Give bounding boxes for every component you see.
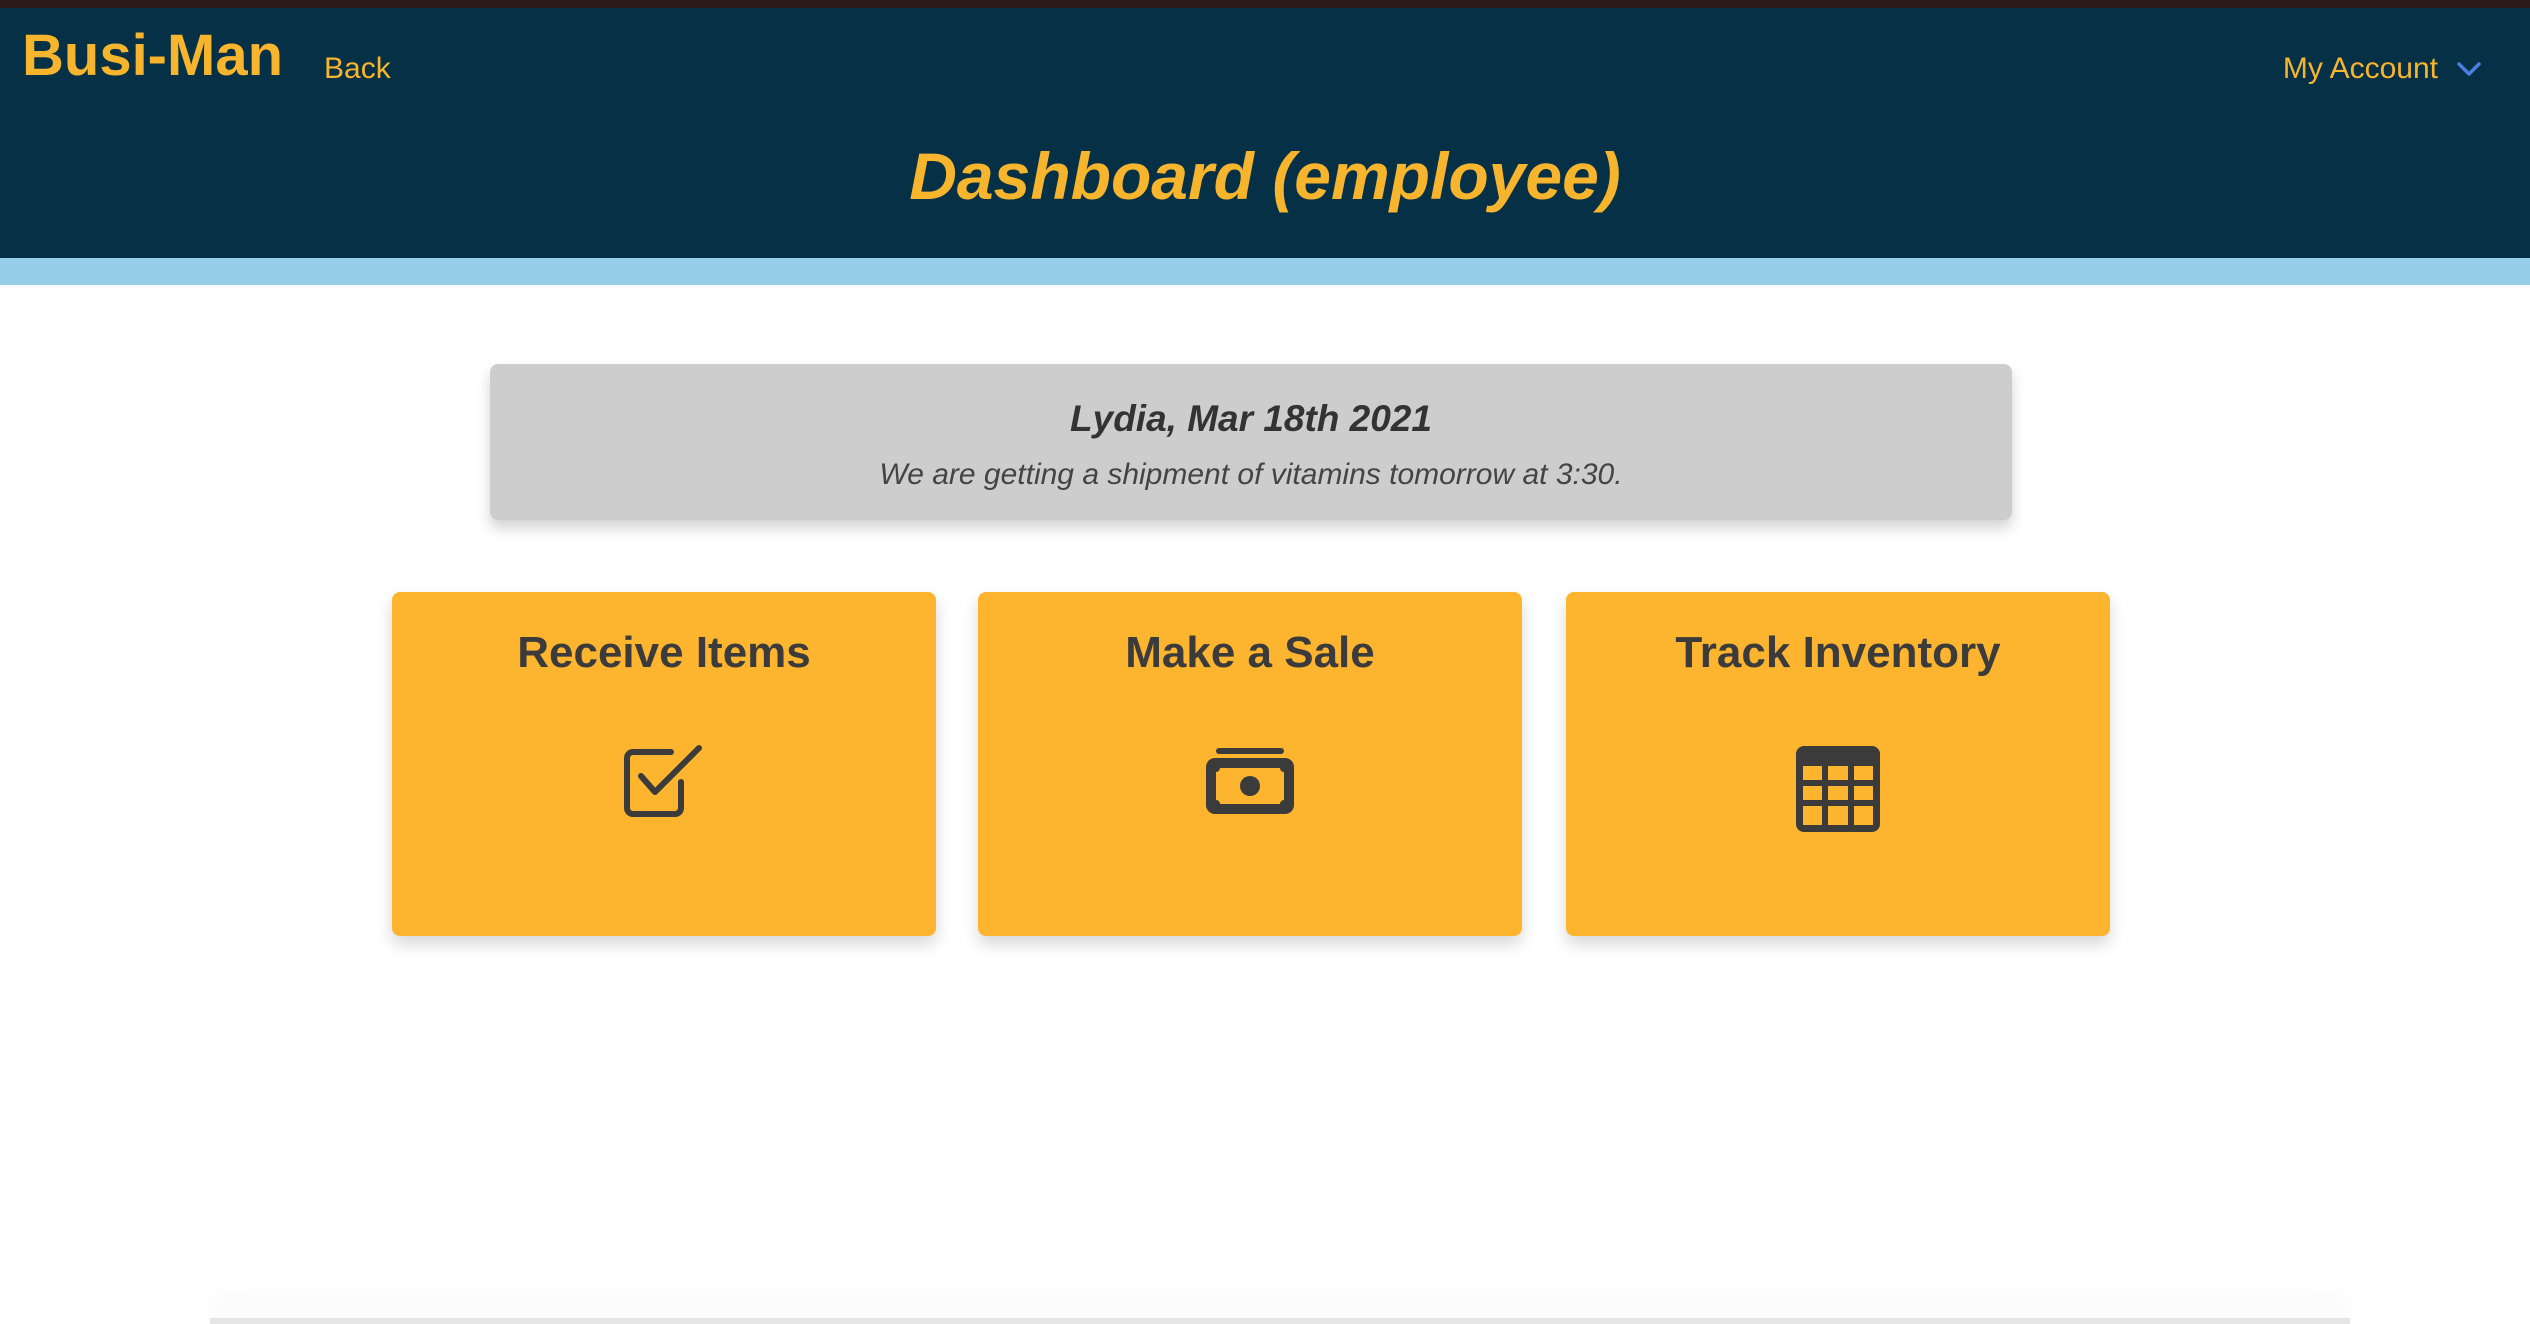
card-title: Receive Items [517, 628, 811, 677]
money-bill-icon [1202, 742, 1298, 823]
page-title: Dashboard (employee) [909, 139, 1621, 213]
my-account-label: My Account [2282, 52, 2438, 85]
announcement-box: Lydia, Mar 18th 2021 We are getting a sh… [490, 364, 2012, 520]
brand-logo[interactable]: Busi-Man [22, 22, 283, 89]
checkbox-icon [623, 742, 705, 823]
table-grid-icon [1792, 742, 1884, 841]
header-accent-bar [0, 258, 2530, 285]
my-account-dropdown[interactable]: My Account [2283, 52, 2482, 86]
app-header: Busi-Man Back My Account Dashboard (empl… [0, 8, 2530, 258]
receive-items-card[interactable]: Receive Items [392, 592, 936, 936]
announcement-message: We are getting a shipment of vitamins to… [879, 458, 1623, 491]
announcement-title: Lydia, Mar 18th 2021 [1070, 398, 1432, 439]
chevron-down-icon [2456, 61, 2482, 77]
make-a-sale-card[interactable]: Make a Sale [978, 592, 1522, 936]
card-title: Track Inventory [1675, 628, 2001, 677]
back-link[interactable]: Back [324, 52, 391, 86]
window-top-strip [0, 0, 2530, 8]
card-title: Make a Sale [1125, 628, 1375, 677]
footer-edge [210, 1318, 2350, 1324]
track-inventory-card[interactable]: Track Inventory [1566, 592, 2110, 936]
